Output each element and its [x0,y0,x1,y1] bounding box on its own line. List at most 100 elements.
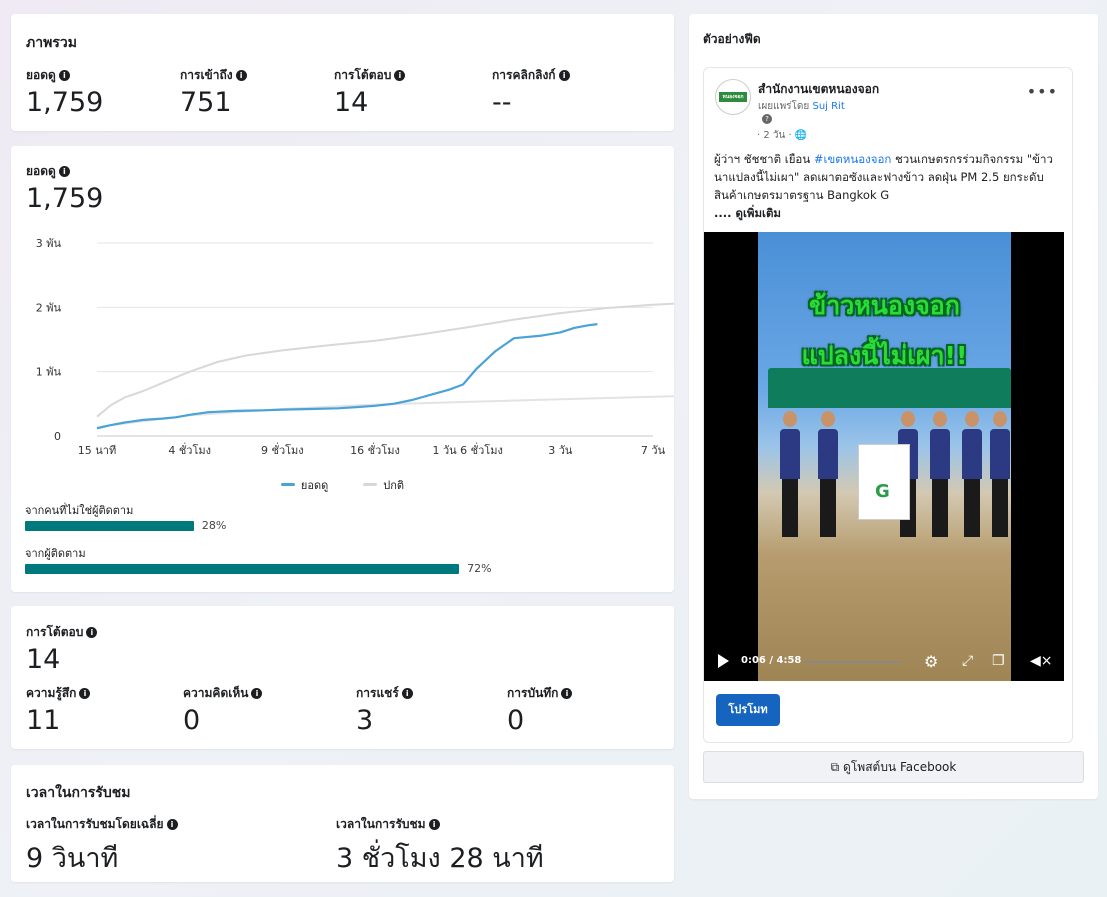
x-tick-label: 3 วัน [548,444,573,457]
info-icon[interactable]: i [558,70,570,81]
metric-label: การโต้ตอบ [334,68,392,82]
metric-label: เวลาในการรับชมโดยเฉลี่ย [26,817,164,831]
see-more-link[interactable]: .... ดูเพิ่มเติม [714,206,781,220]
overview-title: ภาพรวม [26,35,77,51]
metric-shares: การแชร์ i 3 [356,684,413,736]
audience-bar-nonfollowers [25,521,194,531]
metric-label: การแชร์ [356,686,399,700]
video-controls: 0:06 / 4:58 ⚙ ⤢ ❐ ◀× [704,641,1064,681]
x-tick-label: 1 วัน 6 ชั่วโมง [432,442,502,457]
info-icon[interactable]: i [235,70,247,81]
y-tick-label: 2 พัน [36,301,62,314]
feed-preview-card: ตัวอย่างฟีด หนองจอก สำนักงานเขตหนองจอก เ… [689,14,1098,799]
metric-reach: การเข้าถึง i 751 [180,66,247,118]
video-frame: ข้าวหนองจอก แปลงนี้ไม่เผา!! G [758,232,1011,681]
miniplayer-icon[interactable]: ❐ [992,653,1005,669]
info-icon[interactable]: i [86,627,98,638]
metric-views: ยอดดู i 1,759 [26,66,103,118]
view-on-facebook-button[interactable]: ⧉ ดูโพสต์บน Facebook [703,751,1084,783]
audience-percent-followers: 72% [467,562,492,575]
x-tick-label: 4 ชั่วโมง [168,442,211,457]
post-text: ผู้ว่าฯ ชัชชาติ เยือน #เขตหนองจอก ชวนเกษ… [714,150,1064,222]
video-person [962,411,982,541]
video-progress-track[interactable] [803,661,901,663]
legend-item-views[interactable]: ยอดดู [280,479,328,492]
help-icon[interactable]: ? [762,114,772,124]
metric-value: 1,759 [26,87,104,118]
promote-button[interactable]: โปรโมท [716,694,780,726]
metric-value: 3 [356,705,374,736]
video-person [930,411,950,541]
audience-label-followers: จากผู้ติดตาม [25,547,86,560]
metric-label: ความคิดเห็น [183,686,249,700]
feed-preview-title: ตัวอย่างฟีด [703,32,761,46]
y-tick-label: 3 พัน [36,237,62,250]
video-overlay-title-1: ข้าวหนองจอก [809,291,960,320]
globe-icon: 🌐 [794,130,808,141]
post-text-part: ผู้ว่าฯ ชัชชาติ เยือน [714,152,814,166]
publisher-link[interactable]: Suj Rit [812,101,844,112]
page-name[interactable]: สำนักงานเขตหนองจอก [758,80,879,99]
x-tick-label: 9 ชั่วโมง [261,442,304,457]
legend-item-typical[interactable]: ปกติ [363,479,404,492]
published-by: เผยแพร่โดย Suj Rit [758,99,845,114]
video-sign: G [858,444,910,520]
metric-label: การคลิกลิงก์ [492,68,556,82]
hashtag-link[interactable]: #เขตหนองจอก [814,152,891,166]
metric-label: การบันทึก [507,686,559,700]
audience-bar-followers [25,564,460,574]
fullscreen-icon[interactable]: ⤢ [962,653,973,669]
video-player[interactable]: ข้าวหนองจอก แปลงนี้ไม่เผา!! G 0:06 / 4:5… [704,232,1064,681]
series-line-typical-lower [96,395,674,428]
metric-avg-watch-time: เวลาในการรับชมโดยเฉลี่ย i 9 วินาที [26,815,178,879]
watch-time-title: เวลาในการรับชม [26,785,131,801]
metric-reactions: ความรู้สึก i 11 [26,684,91,736]
info-icon[interactable]: i [401,688,413,699]
video-person [990,411,1010,541]
page-avatar[interactable]: หนองจอก [715,79,751,115]
audience-percent-nonfollowers: 28% [201,519,227,532]
avatar-logo-text: หนองจอก [719,92,747,102]
views-line-chart: 0 1 พัน 2 พัน 3 พัน 15 นาที 4 ชั่วโมง 9 ชั่วโม… [36,237,674,457]
y-tick-label: 1 พัน [36,366,62,379]
info-icon[interactable]: i [561,688,573,699]
video-tent [768,368,1011,408]
overview-card: ภาพรวม ยอดดู i 1,759 การเข้าถึง i 751 การโ… [11,14,674,131]
metric-value: 3 ชั่วโมง 28 นาที [336,843,544,874]
info-icon[interactable]: i [251,688,263,699]
published-by-prefix: เผยแพร่โดย [758,101,810,112]
metric-label: เวลาในการรับชม [336,817,426,831]
more-options-icon[interactable]: ••• [1027,82,1058,101]
settings-icon[interactable]: ⚙ [924,652,938,671]
x-tick-label: 7 วัน [641,444,666,457]
post-time-text: · 2 วัน · [757,130,792,141]
metric-value: 14 [334,87,369,118]
mute-icon[interactable]: ◀× [1030,653,1053,669]
post-preview: หนองจอก สำนักงานเขตหนองจอก เผยแพร่โดย Su… [703,67,1073,743]
metric-label: ความรู้สึก [26,686,77,700]
metric-saves: การบันทึก i 0 [507,684,573,736]
views-chart-card: ยอดดู i 1,759 01 พัน 2 พัน 3 พัน 15 นาที 4 ชั… [11,146,674,592]
metric-value: 751 [180,87,232,118]
play-icon[interactable] [718,654,729,668]
metric-engagement: การโต้ตอบ i 14 [334,66,406,118]
metric-comments: ความคิดเห็น i 0 [183,684,263,736]
engagement-value: 14 [26,644,61,675]
series-line-views [96,323,598,430]
x-tick-label: 16 ชั่วโมง [350,442,400,457]
engagement-label: การโต้ตอบ [26,625,84,639]
metric-value: 0 [507,705,525,736]
info-icon[interactable]: i [79,688,91,699]
metric-label: การเข้าถึง [180,68,233,82]
audience-label-nonfollowers: จากคนที่ไม่ใช่ผู้ติดตาม [25,504,134,517]
x-tick-label: 15 นาที [78,444,116,457]
metric-link-clicks: การคลิกลิงก์ i -- [492,66,570,118]
engagement-header: การโต้ตอบ i 14 [26,623,98,675]
video-person [818,411,838,541]
info-icon[interactable]: i [394,70,406,81]
info-icon[interactable]: i [166,819,178,830]
external-link-icon: ⧉ [830,760,840,774]
metric-total-watch-time: เวลาในการรับชม i 3 ชั่วโมง 28 นาที [336,815,544,879]
info-icon[interactable]: i [428,819,440,830]
info-icon[interactable]: i [58,70,70,81]
